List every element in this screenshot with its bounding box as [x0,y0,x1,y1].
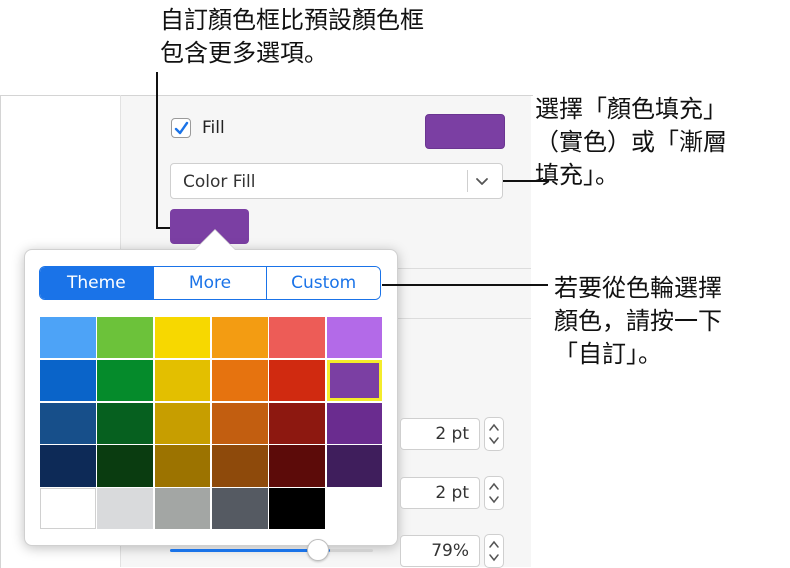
select-divider [467,170,468,192]
color-swatch[interactable] [326,359,383,402]
color-swatch[interactable] [40,359,96,402]
stepper-arrows-icon [489,482,499,504]
stepper-arrows-icon [489,540,499,562]
tab-custom[interactable]: Custom [266,267,380,299]
callout-line [382,284,548,286]
color-swatch[interactable] [269,445,325,487]
callout-custom-well: 自訂顏色框比預設顏色框 包含更多選項。 [160,6,424,67]
color-swatch[interactable] [40,445,96,487]
color-swatch[interactable] [211,359,268,402]
color-swatch[interactable] [269,359,325,402]
fill-checkbox[interactable] [171,118,191,138]
color-swatch[interactable] [40,317,96,359]
color-swatch[interactable] [211,445,268,487]
tab-theme[interactable]: Theme [40,267,153,299]
color-swatch[interactable] [154,402,211,444]
color-swatch[interactable] [97,359,154,402]
color-swatch[interactable] [326,445,383,487]
color-swatch[interactable] [211,402,268,444]
shadow-size-field[interactable]: 2 pt [400,477,480,509]
color-swatch[interactable] [211,488,268,530]
shadow-size-stepper[interactable] [484,476,504,510]
callout-custom-tab: 若要從色輪選擇 顏色，請按一下 「自訂」。 [554,274,722,368]
color-swatch[interactable] [154,445,211,487]
fill-type-select[interactable]: Color Fill [170,163,503,199]
popover-arrow [195,230,235,250]
opacity-slider[interactable] [170,549,373,552]
callout-fill-type: 選擇「顏色填充」 （實色）或「漸層 填充」。 [535,95,727,189]
callout-line [503,180,549,182]
color-swatch[interactable] [97,445,154,487]
border-width-stepper[interactable] [484,417,504,451]
callout-line [156,227,170,229]
color-swatch[interactable] [97,488,154,530]
stepper-arrows-icon [489,423,499,445]
color-swatch[interactable] [154,317,211,359]
fill-label: Fill [202,118,225,138]
checkmark-icon [174,121,189,135]
opacity-slider-fill [170,549,330,552]
chevron-down-icon [476,178,488,185]
tab-more[interactable]: More [152,267,267,299]
color-swatch[interactable] [211,317,268,359]
color-swatch[interactable] [326,402,383,444]
color-swatch[interactable] [269,488,325,530]
color-swatch[interactable] [326,317,383,359]
color-mode-segmented-control[interactable]: Theme More Custom [39,266,381,300]
color-swatch[interactable] [40,488,96,530]
opacity-stepper[interactable] [484,534,504,568]
opacity-field[interactable]: 79% [400,535,480,567]
callout-line [156,72,158,229]
color-swatch[interactable] [97,317,154,359]
border-width-field[interactable]: 2 pt [400,418,480,450]
color-swatch[interactable] [97,402,154,444]
fill-color-swatch[interactable] [425,114,505,149]
opacity-slider-knob[interactable] [307,539,329,561]
color-swatch[interactable] [154,359,211,402]
color-swatch[interactable] [269,402,325,444]
fill-type-value: Color Fill [183,172,256,192]
color-swatch[interactable] [40,402,96,444]
color-swatch[interactable] [269,317,325,359]
color-swatch[interactable] [154,488,211,530]
swatch-grid [40,317,383,531]
